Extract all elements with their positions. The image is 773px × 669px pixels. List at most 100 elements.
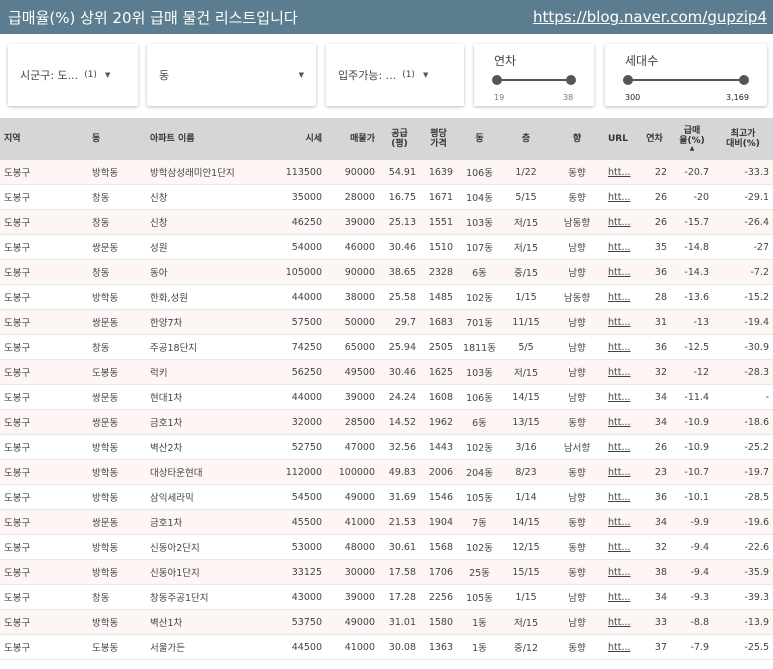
table-row[interactable]: 도봉구 방학동 삼익세라믹 54500 49000 31.69 1546 105동 1/14 남향… — [0, 484, 773, 510]
table-row[interactable]: 도봉구 도봉동 서울가든 44500 41000 30.08 1363 1동 중/12 동향 htt… — [0, 634, 773, 660]
col-header-vs-peak[interactable]: 최고가 대비(%) — [713, 118, 773, 160]
cell-url[interactable]: htt... — [604, 484, 638, 510]
cell-url[interactable]: htt... — [604, 459, 638, 485]
cell-sale-price: 90000 — [326, 160, 379, 185]
col-header-url[interactable]: URL — [604, 118, 638, 160]
year-slider-min-handle[interactable] — [492, 75, 502, 85]
col-header-building[interactable]: 동 — [457, 118, 502, 160]
table-row[interactable]: 도봉구 도봉동 럭키 56250 49500 30.46 1625 103동 저/15 남향 htt… — [0, 359, 773, 385]
cell-vs-peak: -35.9 — [713, 559, 773, 585]
table-row[interactable]: 도봉구 창동 동아 105000 90000 38.65 2328 6동 중/15 남향 htt..… — [0, 259, 773, 285]
table-header-row: 지역 동 아파트 이름 시세 매물가 공급 (평) 평당 가격 동 층 향 UR… — [0, 118, 773, 160]
col-header-year[interactable]: 연차 — [638, 118, 671, 160]
col-header-sale-price[interactable]: 매물가 — [326, 118, 379, 160]
cell-vs-peak: -25.2 — [713, 434, 773, 460]
cell-url[interactable]: htt... — [604, 160, 638, 185]
cell-discount-rate: -9.4 — [671, 559, 713, 585]
table-row[interactable]: 도봉구 창동 창동주공1단지 43000 39000 17.28 2256 105동 1/15 남… — [0, 584, 773, 610]
cell-url[interactable]: htt... — [604, 309, 638, 335]
table-row[interactable]: 도봉구 방학동 방학삼성래미안1단지 113500 90000 54.91 1639 106동… — [0, 160, 773, 185]
cell-apt-name: 신창 — [146, 184, 271, 210]
cell-area: 29.7 — [379, 309, 420, 335]
cell-floor: 저/15 — [502, 359, 550, 385]
col-header-dong[interactable]: 동 — [88, 118, 146, 160]
cell-url[interactable]: htt... — [604, 559, 638, 585]
households-slider-track[interactable] — [627, 79, 745, 81]
cell-url[interactable]: htt... — [604, 184, 638, 210]
table-row[interactable]: 도봉구 쌍문동 한양7차 57500 50000 29.7 1683 701동 11/15 남향 h… — [0, 309, 773, 335]
cell-price-per-pyeong: 1546 — [420, 484, 457, 510]
table-row[interactable]: 도봉구 방학동 한화,성원 44000 38000 25.58 1485 102동 1/15 남동… — [0, 284, 773, 310]
cell-area: 14.52 — [379, 409, 420, 435]
cell-url[interactable]: htt... — [604, 334, 638, 360]
cell-direction: 동향 — [550, 509, 604, 535]
table-row[interactable]: 도봉구 방학동 벽산1차 53750 49000 31.01 1580 1동 저/15 남향 htt… — [0, 609, 773, 635]
cell-url[interactable]: htt... — [604, 284, 638, 310]
cell-discount-rate: -20 — [671, 184, 713, 210]
cell-url[interactable]: htt... — [604, 584, 638, 610]
cell-url[interactable]: htt... — [604, 609, 638, 635]
cell-floor: 15/15 — [502, 559, 550, 585]
cell-price-per-pyeong: 1510 — [420, 234, 457, 260]
cell-year: 36 — [638, 484, 671, 510]
table-row[interactable]: 도봉구 방학동 신동아1단지 33125 30000 17.58 1706 25동 15/15 동… — [0, 559, 773, 585]
col-header-price-per-pyeong[interactable]: 평당 가격 — [420, 118, 457, 160]
cell-building: 106동 — [457, 160, 502, 185]
move-in-filter[interactable]: 입주가능: ... (1) ▼ — [326, 44, 464, 106]
table-row[interactable]: 도봉구 쌍문동 성원 54000 46000 30.46 1510 107동 저/15 남향 htt… — [0, 234, 773, 260]
table-row[interactable]: 도봉구 방학동 대상타운현대 112000 100000 49.83 2006 204동 8/2… — [0, 459, 773, 485]
table-row[interactable]: 도봉구 방학동 신동아2단지 53000 48000 30.61 1568 102동 12/15… — [0, 534, 773, 560]
cell-region: 도봉구 — [0, 559, 88, 585]
cell-apt-name: 한양7차 — [146, 309, 271, 335]
cell-price-per-pyeong: 1608 — [420, 384, 457, 410]
cell-url[interactable]: htt... — [604, 534, 638, 560]
cell-url[interactable]: htt... — [604, 434, 638, 460]
cell-price: 32000 — [271, 409, 326, 435]
dong-filter[interactable]: 동 ▼ — [147, 44, 316, 106]
cell-direction: 동향 — [550, 184, 604, 210]
cell-area: 31.69 — [379, 484, 420, 510]
table-row[interactable]: 도봉구 쌍문동 금호1차 32000 28500 14.52 1962 6동 13/15 동향 ht… — [0, 409, 773, 435]
cell-dong: 쌍문동 — [88, 309, 146, 335]
year-slider-track[interactable] — [496, 79, 572, 81]
year-slider-max-handle[interactable] — [566, 75, 576, 85]
cell-url[interactable]: htt... — [604, 634, 638, 660]
col-header-discount-rate[interactable]: 급매 율(%) ▲ — [671, 118, 713, 160]
col-header-apt-name[interactable]: 아파트 이름 — [146, 118, 271, 160]
cell-apt-name: 벽산1차 — [146, 609, 271, 635]
cell-region: 도봉구 — [0, 309, 88, 335]
cell-url[interactable]: htt... — [604, 409, 638, 435]
cell-url[interactable]: htt... — [604, 234, 638, 260]
cell-building: 103동 — [457, 209, 502, 235]
table-row[interactable]: 도봉구 창동 신창 35000 28000 16.75 1671 104동 5/15 동향 htt.… — [0, 184, 773, 210]
table-row[interactable]: 도봉구 창동 신창 46250 39000 25.13 1551 103동 저/15 남동향 htt… — [0, 209, 773, 235]
col-header-floor[interactable]: 층 — [502, 118, 550, 160]
table-row[interactable]: 도봉구 쌍문동 현대1차 44000 39000 24.24 1608 106동 14/15 남향… — [0, 384, 773, 410]
cell-dong: 쌍문동 — [88, 409, 146, 435]
cell-url[interactable]: htt... — [604, 509, 638, 535]
table-row[interactable]: 도봉구 쌍문동 금호1차 45500 41000 21.53 1904 7동 14/15 동향 ht… — [0, 509, 773, 535]
dong-filter-label: 동 — [159, 69, 170, 82]
col-header-region[interactable]: 지역 — [0, 118, 88, 160]
cell-url[interactable]: htt... — [604, 384, 638, 410]
table-row[interactable]: 도봉구 방학동 벽산2차 52750 47000 32.56 1443 102동 3/16 남서향… — [0, 434, 773, 460]
blog-link[interactable]: https://blog.naver.com/gupzip4 — [533, 8, 767, 26]
cell-url[interactable]: htt... — [604, 259, 638, 285]
cell-discount-rate: -7.9 — [671, 634, 713, 660]
col-header-area[interactable]: 공급 (평) — [379, 118, 420, 160]
col-header-direction[interactable]: 향 — [550, 118, 604, 160]
cell-dong: 창동 — [88, 184, 146, 210]
cell-dong: 방학동 — [88, 434, 146, 460]
col-header-price[interactable]: 시세 — [271, 118, 326, 160]
sigungu-filter[interactable]: 시군구: 도... (1) ▼ — [8, 44, 138, 106]
cell-discount-rate: -10.9 — [671, 434, 713, 460]
cell-direction: 동향 — [550, 409, 604, 435]
cell-apt-name: 창동주공1단지 — [146, 584, 271, 610]
cell-dong: 방학동 — [88, 534, 146, 560]
cell-url[interactable]: htt... — [604, 209, 638, 235]
households-slider-min-handle[interactable] — [623, 75, 633, 85]
cell-url[interactable]: htt... — [604, 359, 638, 385]
households-slider-max-handle[interactable] — [739, 75, 749, 85]
table-row[interactable]: 도봉구 창동 주공18단지 74250 65000 25.94 2505 1811동 5/5 남향… — [0, 334, 773, 360]
cell-direction: 동향 — [550, 160, 604, 185]
